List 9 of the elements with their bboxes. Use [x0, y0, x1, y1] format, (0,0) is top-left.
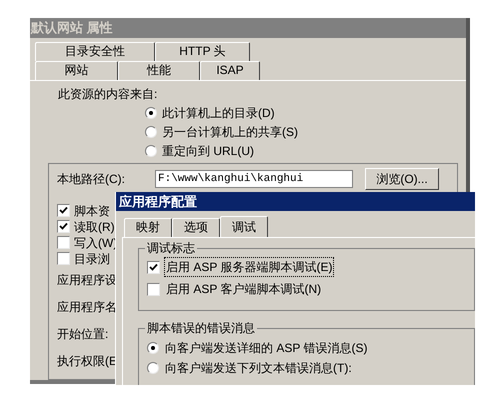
setting-label: 开始位置: [57, 327, 108, 342]
local-path-label: 本地路径(C): [57, 171, 126, 188]
content-source-label: 此资源的内容来自: [58, 86, 158, 102]
dialog-title: 应用程序配置 [118, 192, 197, 211]
group-title: 调试标志 [145, 240, 197, 256]
group-title: 脚本错误的错误消息 [145, 320, 257, 336]
setting-label: 应用程序名 [57, 300, 117, 315]
window-title: 默认网站 属性 [31, 19, 113, 38]
setting-label: 应用程序设 [57, 273, 117, 288]
